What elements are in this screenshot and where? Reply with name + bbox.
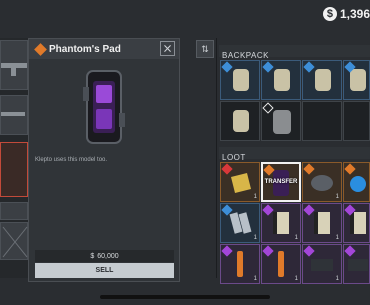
weapon-slot-4[interactable] xyxy=(0,202,28,220)
close-button[interactable]: ⨯ xyxy=(160,41,175,56)
loot-slot-1[interactable]: 1 xyxy=(220,162,260,202)
divider xyxy=(216,38,217,278)
item-quantity: 1 xyxy=(335,276,339,282)
panel-header: Phantom's Pad xyxy=(29,39,179,59)
rifle-icon xyxy=(1,63,27,76)
backpack-header: BACKPACK xyxy=(219,45,370,60)
item-description: Klepto uses this model too. xyxy=(35,157,108,163)
backpack-slot-4[interactable] xyxy=(343,60,370,100)
loot-slot-4[interactable] xyxy=(343,162,370,202)
swap-icon: ⇅ xyxy=(201,44,209,54)
loot-slot-12[interactable] xyxy=(343,244,370,284)
item-quantity: 1 xyxy=(294,276,298,282)
empty-x-icon xyxy=(2,226,28,258)
loot-slot-10[interactable]: 1 xyxy=(261,244,301,284)
backpack-slot-empty-2[interactable] xyxy=(343,101,370,141)
loot-slot-8[interactable] xyxy=(343,203,370,243)
item-detail-panel: Phantom's Pad ⨯ Klepto uses this model t… xyxy=(28,38,180,282)
backpack-slot-2[interactable] xyxy=(261,60,301,100)
legendary-rarity-icon xyxy=(34,42,47,56)
loot-slot-7[interactable]: 1 xyxy=(302,203,342,243)
transfer-toggle-button[interactable]: ⇅ xyxy=(196,40,214,58)
sell-button[interactable]: SELL xyxy=(35,263,174,278)
item-title: Phantom's Pad xyxy=(49,43,121,55)
item-quantity: 1 xyxy=(335,235,339,241)
price-value: 60,000 xyxy=(97,252,119,260)
backpack-slot-6[interactable] xyxy=(261,101,301,141)
backpack-title: BACKPACK xyxy=(222,51,269,60)
currency-amount: 1,396 xyxy=(339,7,370,21)
weapon-slot-1[interactable] xyxy=(0,40,28,90)
phantoms-pad-image xyxy=(83,70,125,144)
home-indicator xyxy=(100,295,270,299)
weapon-slot-3[interactable] xyxy=(0,142,28,197)
dollar-icon: $ xyxy=(90,252,95,260)
pistol-icon xyxy=(1,112,25,116)
item-quantity: 1 xyxy=(253,194,257,200)
dollar-icon: $ xyxy=(322,7,337,21)
backpack-slot-3[interactable] xyxy=(302,60,342,100)
item-quantity: 1 xyxy=(335,194,339,200)
loot-title: LOOT xyxy=(222,153,246,162)
transfer-label: TRANSFER xyxy=(264,179,298,185)
close-icon: ⨯ xyxy=(162,41,173,55)
backpack-slot-5[interactable] xyxy=(220,101,260,141)
backpack-slot-1[interactable] xyxy=(220,60,260,100)
loot-slot-selected[interactable]: TRANSFER xyxy=(261,162,301,202)
item-quantity: 1 xyxy=(253,276,257,282)
currency-display: $ 1,396 xyxy=(322,4,370,24)
item-quantity: 1 xyxy=(294,235,298,241)
loot-slot-9[interactable]: 1 xyxy=(220,244,260,284)
sell-price: $ 60,000 xyxy=(35,250,174,262)
item-quantity: 1 xyxy=(253,235,257,241)
loot-slot-6[interactable]: 1 xyxy=(261,203,301,243)
loot-slot-3[interactable]: 1 xyxy=(302,162,342,202)
loot-header: LOOT xyxy=(219,147,370,162)
weapon-slot-2[interactable] xyxy=(0,95,28,135)
weapon-slot-empty[interactable] xyxy=(0,222,28,260)
backpack-slot-empty-1[interactable] xyxy=(302,101,342,141)
backpack-icon xyxy=(233,110,249,132)
loot-slot-11[interactable]: 1 xyxy=(302,244,342,284)
loot-slot-5[interactable]: 1 xyxy=(220,203,260,243)
